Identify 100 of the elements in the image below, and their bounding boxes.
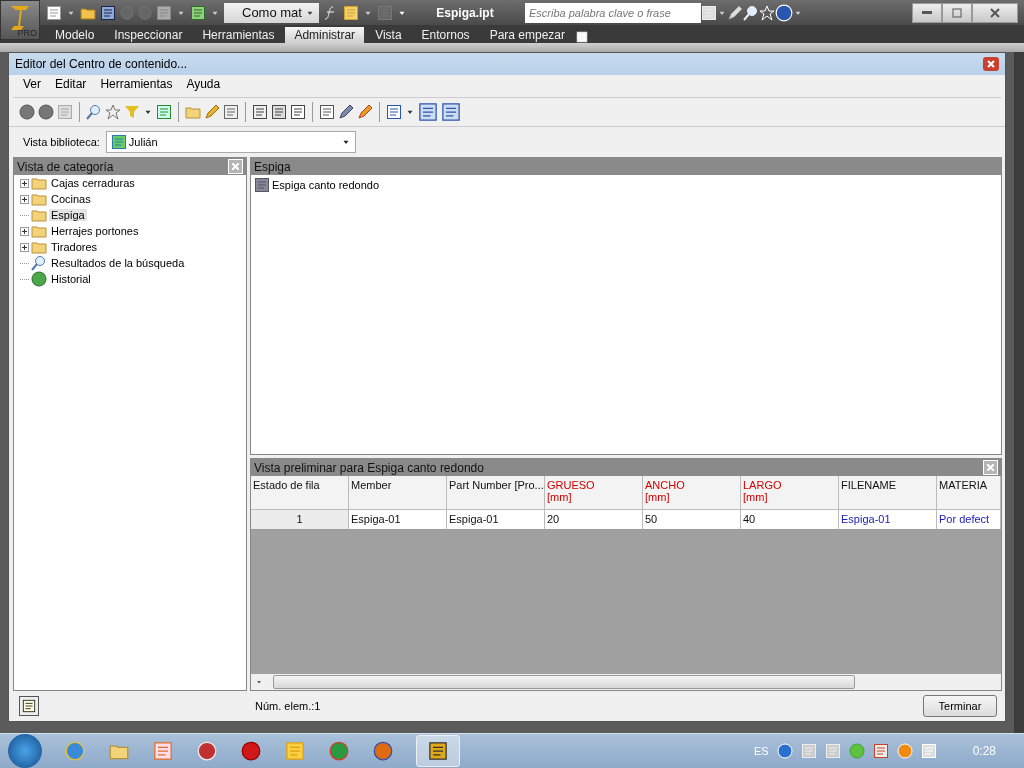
menu-item[interactable]: Herramientas	[100, 77, 173, 95]
wand-icon[interactable]	[357, 104, 373, 120]
expand-icon[interactable]	[20, 178, 29, 188]
column-header[interactable]: MATERIA	[937, 476, 1001, 510]
library-dropdown[interactable]: Julián	[105, 131, 356, 153]
delete-icon[interactable]	[223, 104, 239, 120]
edit-folder-icon[interactable]	[204, 104, 220, 120]
ribbon-tab[interactable]: Vista	[366, 27, 411, 43]
close-icon	[987, 60, 995, 68]
app-icon[interactable]	[196, 740, 218, 762]
tree-item[interactable]: Historial	[14, 271, 246, 287]
start-button[interactable]	[8, 734, 42, 768]
help-icon	[22, 699, 36, 713]
minimize-button[interactable]	[912, 2, 942, 23]
search-icon[interactable]	[86, 104, 102, 120]
column-header[interactable]: Part Number [Pro...	[447, 476, 545, 510]
tree-item[interactable]: Espiga	[14, 207, 246, 223]
table-edit-icon[interactable]	[271, 104, 287, 120]
tree-item[interactable]: Cajas cerraduras	[14, 175, 246, 191]
star-icon[interactable]	[105, 104, 121, 120]
tree-icon[interactable]	[319, 104, 335, 120]
update-icon[interactable]	[156, 4, 172, 21]
ribbon-tab[interactable]: Inspeccionar	[105, 27, 192, 43]
row-header: 1	[251, 510, 349, 530]
finish-button[interactable]: Terminar	[923, 695, 997, 717]
folder-icon	[31, 191, 47, 207]
library-icon	[110, 134, 127, 150]
table-cell: Espiga-01	[349, 510, 447, 530]
menu-item[interactable]: Editar	[55, 77, 87, 95]
table-cell: 50	[643, 510, 741, 530]
column-header[interactable]: ANCHO [mm]	[643, 476, 741, 510]
cube-icon[interactable]	[190, 4, 206, 21]
edition-label: PRO	[17, 28, 37, 38]
active-task-button[interactable]	[416, 735, 460, 767]
menu-item[interactable]: Ver	[23, 77, 41, 95]
restore-button[interactable]	[942, 2, 972, 23]
folder-icon	[31, 239, 47, 255]
view-icon[interactable]	[386, 104, 402, 120]
tree-item[interactable]: Resultados de la búsqueda	[14, 255, 246, 271]
app-icon	[428, 741, 448, 761]
round-icon	[197, 741, 217, 761]
shield-icon[interactable]	[776, 743, 793, 759]
item-count: Núm. elem.:1	[255, 700, 321, 712]
expand-icon[interactable]	[20, 242, 29, 252]
menu-item[interactable]: Ayuda	[186, 77, 221, 95]
ribbon-tab[interactable]: Entornos	[412, 27, 479, 43]
forward-icon[interactable]	[38, 104, 54, 120]
measure-icon[interactable]	[343, 4, 359, 21]
clock-icon	[31, 271, 47, 287]
ribbon-tab[interactable]: Modelo	[46, 27, 104, 43]
pane-title: Espiga	[254, 159, 291, 174]
tree-item[interactable]: Herrajes portones	[14, 223, 246, 239]
tree-item[interactable]: Tiradores	[14, 239, 246, 255]
library-label: Vista biblioteca:	[23, 136, 100, 148]
table-cell: 40	[741, 510, 839, 530]
table-edit-icon[interactable]	[252, 104, 268, 120]
new-file-icon[interactable]	[46, 4, 62, 21]
brush-icon[interactable]	[338, 104, 354, 120]
table-cell[interactable]: Por defect	[937, 510, 1001, 530]
pane-title: Vista de categoría	[17, 159, 114, 174]
restore-icon	[952, 7, 962, 18]
table-icon[interactable]	[290, 104, 306, 120]
family-item[interactable]: Espiga canto redondo	[251, 175, 1001, 195]
style-dropdown[interactable]: Como mat	[224, 2, 319, 23]
table-cell: Espiga-01	[447, 510, 545, 530]
help-icon[interactable]	[775, 3, 793, 22]
favorites-icon[interactable]	[759, 4, 775, 21]
folder-icon	[31, 207, 47, 223]
part-icon	[254, 177, 270, 193]
close-icon	[990, 7, 1000, 18]
close-button[interactable]	[983, 57, 999, 71]
back-icon[interactable]	[19, 104, 35, 120]
column-header[interactable]: Member	[349, 476, 447, 510]
close-button[interactable]	[972, 2, 1018, 23]
folder-icon	[31, 223, 47, 239]
close-icon	[232, 163, 239, 170]
details-view-icon[interactable]	[418, 102, 438, 122]
column-header[interactable]: FILENAME	[839, 476, 937, 510]
search-field[interactable]: Escriba palabra clave o frase	[525, 2, 701, 23]
search-icon	[31, 255, 47, 271]
ribbon-tab[interactable]: Herramientas	[193, 27, 284, 43]
minimize-icon	[922, 10, 932, 15]
panel-toggle-icon[interactable]	[576, 31, 588, 43]
horizontal-scrollbar[interactable]	[251, 674, 1001, 690]
column-header[interactable]: LARGO [mm]	[741, 476, 839, 510]
ribbon-tab[interactable]: Para empezar	[480, 27, 574, 43]
refresh-icon[interactable]	[156, 104, 172, 120]
pane-title: Vista preliminar para Espiga canto redondo	[254, 460, 484, 475]
window-title: Espiga.ipt	[435, 5, 495, 20]
column-header[interactable]: GRUESO [mm]	[545, 476, 643, 510]
expand-icon[interactable]	[20, 194, 29, 204]
column-header[interactable]: Estado de fila	[251, 476, 349, 510]
ring-icon[interactable]	[240, 740, 262, 762]
save-icon[interactable]	[100, 4, 116, 21]
table-cell[interactable]: Espiga-01	[839, 510, 937, 530]
expand-icon[interactable]	[20, 226, 29, 236]
tree-item[interactable]: Cocinas	[14, 191, 246, 207]
list-view-icon[interactable]	[441, 102, 461, 122]
help-button[interactable]	[19, 696, 39, 716]
ribbon-tab[interactable]: Administrar	[285, 27, 365, 43]
